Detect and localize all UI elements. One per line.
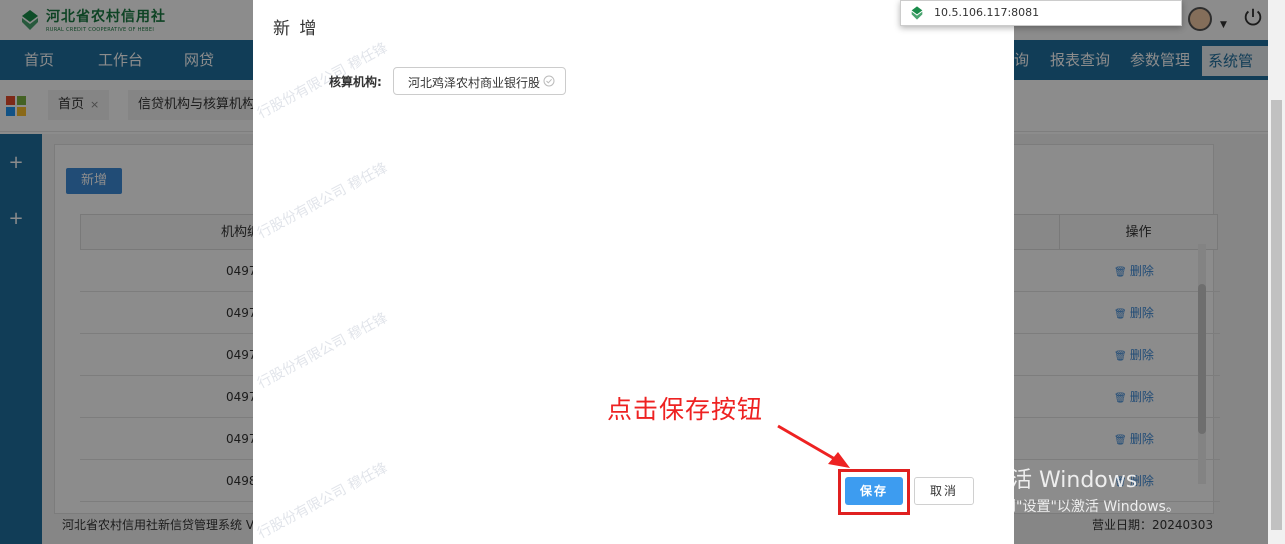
annotation-text: 点击保存按钮 — [607, 395, 764, 424]
add-dialog: 新 增 核算机构: 河北鸡泽农村商业银行股 保存 取消 — [253, 0, 1014, 544]
activation-title: 激活 Windows — [988, 468, 1138, 493]
save-button[interactable]: 保存 — [845, 477, 903, 505]
url-text: 10.5.106.117:8081 — [934, 6, 1040, 19]
activation-subtitle: 转到"设置"以激活 Windows。 — [988, 499, 1180, 515]
cancel-button[interactable]: 取消 — [914, 477, 974, 505]
accounting-org-select[interactable]: 河北鸡泽农村商业银行股 — [393, 67, 566, 95]
dialog-title: 新 增 — [273, 19, 319, 39]
accounting-org-value: 河北鸡泽农村商业银行股 — [408, 76, 540, 90]
page-scrollbar-thumb[interactable] — [1271, 100, 1282, 530]
check-circle-icon — [543, 75, 555, 87]
annotation-arrow-icon — [777, 424, 850, 468]
page-scrollbar[interactable] — [1268, 0, 1285, 544]
url-tooltip: 10.5.106.117:8081 — [900, 0, 1182, 26]
windows-activation-notice: 激活 Windows 转到"设置"以激活 Windows。 — [988, 462, 1180, 516]
bank-logo-icon — [911, 6, 923, 20]
